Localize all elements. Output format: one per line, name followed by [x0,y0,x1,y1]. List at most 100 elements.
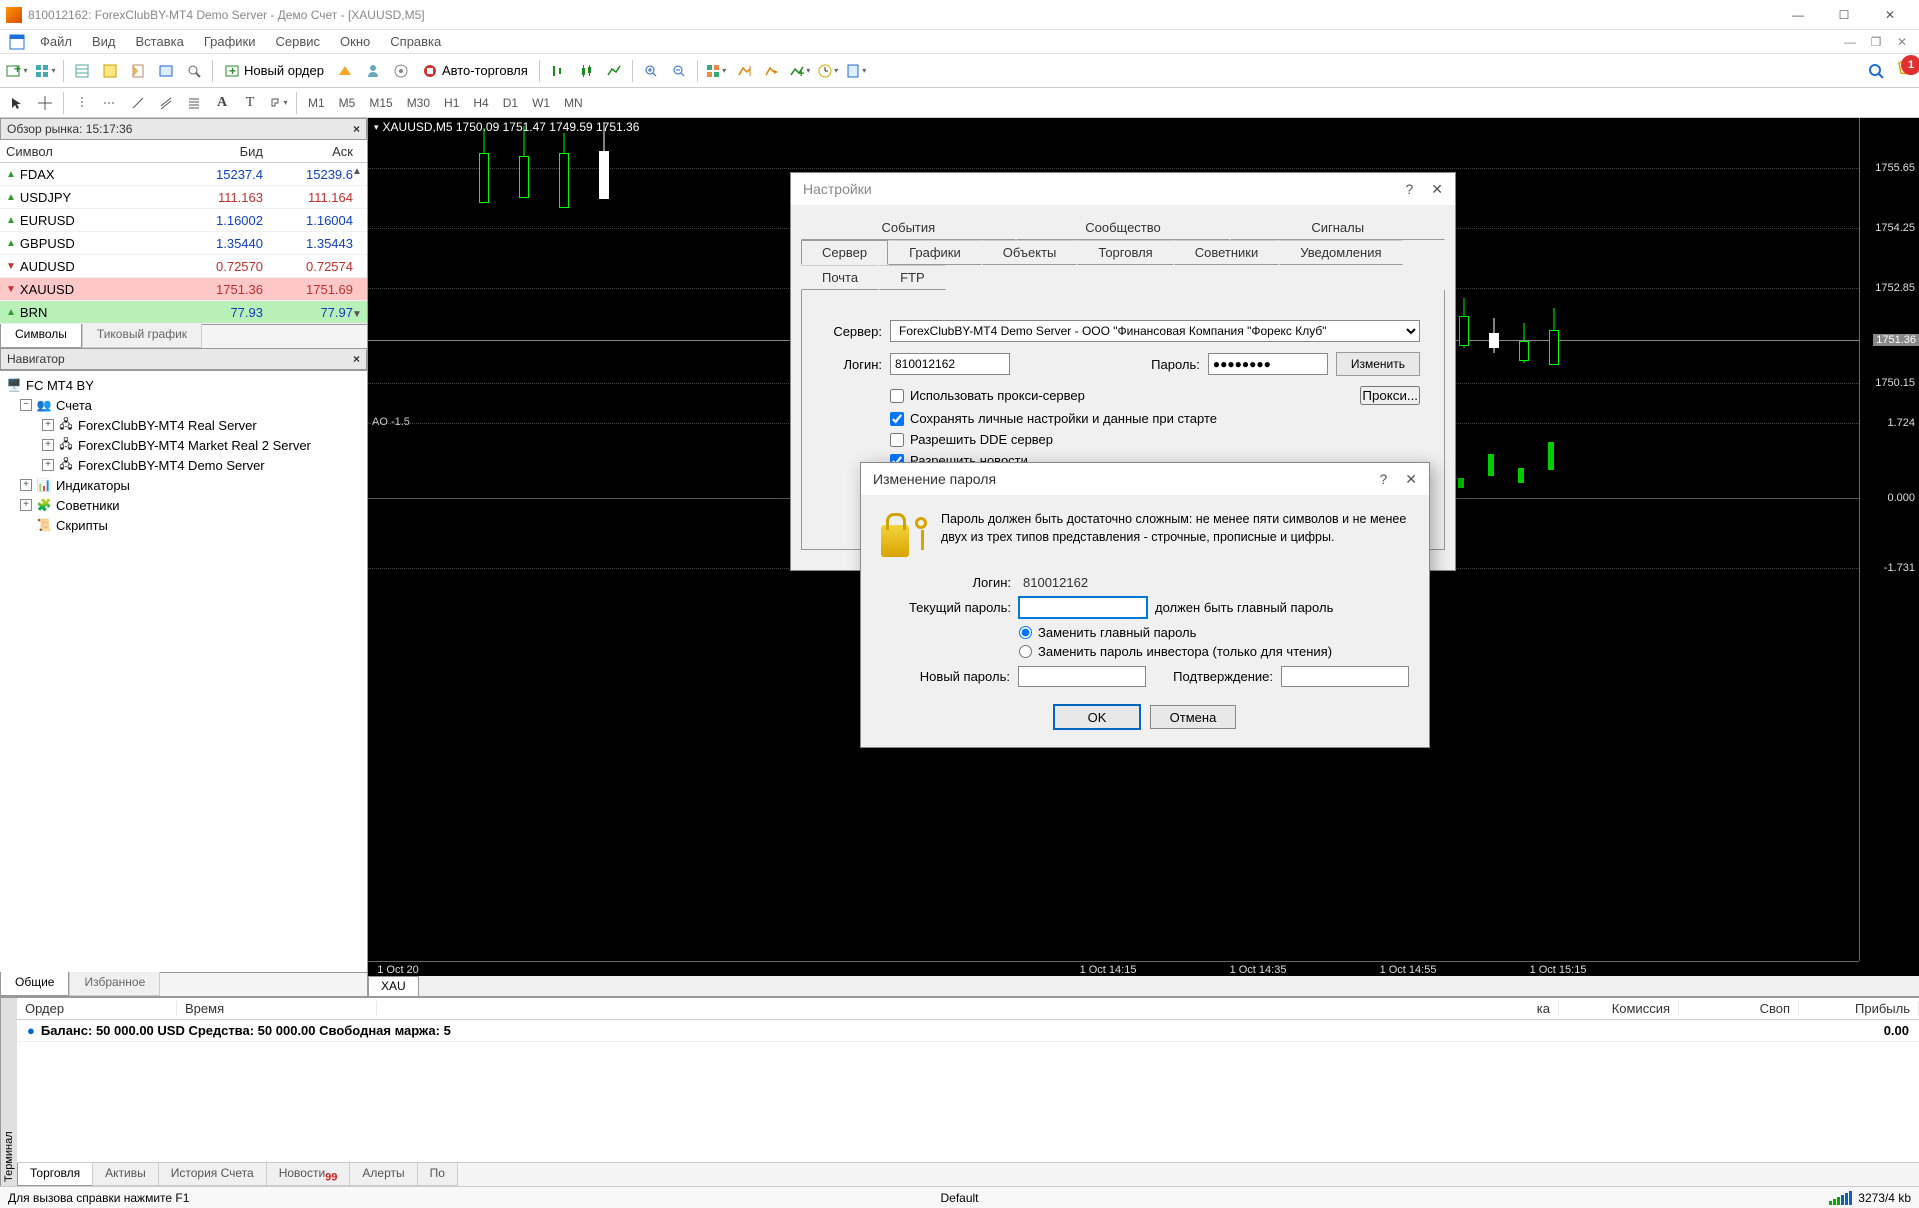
tab-common[interactable]: Общие [0,972,69,996]
tree-server-real2[interactable]: +🖧ForexClubBY-MT4 Market Real 2 Server [2,435,365,455]
symbol-row-usdjpy[interactable]: ▲ USDJPY111.163111.164 [0,186,367,209]
metaquotes-button[interactable] [332,58,358,84]
tree-experts[interactable]: +🧩Советники [2,495,365,515]
zoom-in-button[interactable] [638,58,664,84]
tree-accounts[interactable]: −👥Счета [2,395,365,415]
settings-title[interactable]: Настройки ?✕ [791,173,1455,205]
tree-root[interactable]: 🖥️FC MT4 BY [2,375,365,395]
cp-close-button[interactable]: ✕ [1405,471,1417,488]
ok-button[interactable]: OK [1054,705,1140,729]
statusbar-profile[interactable]: Default [940,1191,978,1205]
expand-icon[interactable]: + [42,439,54,451]
collapse-icon[interactable]: − [20,399,32,411]
mw-scroll-up[interactable]: ▲ [349,166,365,177]
channel-tool[interactable] [153,90,179,116]
change-password-button[interactable]: Изменить [1336,352,1420,376]
text-tool[interactable]: A [209,90,235,116]
menubar-icon[interactable] [8,33,26,51]
tab-signals[interactable]: Сигналы [1230,215,1445,240]
window-maximize-button[interactable]: ☐ [1821,0,1867,30]
menu-charts[interactable]: Графики [194,32,266,51]
tf-m30[interactable]: M30 [401,93,436,113]
col-hidden[interactable]: ка [377,1001,1559,1016]
profiles-button[interactable] [32,58,58,84]
search-button[interactable] [1863,58,1889,84]
tab-favorites[interactable]: Избранное [69,972,160,996]
expand-icon[interactable]: + [20,499,32,511]
mdi-close-button[interactable]: ✕ [1889,35,1915,49]
col-profit[interactable]: Прибыль [1799,1001,1919,1016]
col-order[interactable]: Ордер [17,1001,177,1016]
trendline-tool[interactable] [125,90,151,116]
menu-help[interactable]: Справка [380,32,451,51]
fibonacci-tool[interactable] [181,90,207,116]
tile-windows-button[interactable] [703,58,729,84]
tab-experts[interactable]: Советники [1174,240,1280,265]
candle-chart-button[interactable] [573,58,599,84]
vertical-line-tool[interactable] [69,90,95,116]
tab-ftp[interactable]: FTP [879,265,946,290]
expand-icon[interactable]: + [20,479,32,491]
tab-alerts[interactable]: Алерты [349,1163,417,1186]
mdi-restore-button[interactable]: ❐ [1863,35,1889,49]
scroll-end-button[interactable] [731,58,757,84]
auto-trading-button[interactable]: Авто-торговля [416,60,534,82]
shapes-tool[interactable] [265,90,291,116]
text-label-tool[interactable]: T [237,90,263,116]
tf-h4[interactable]: H4 [467,93,494,113]
crosshair-tool[interactable] [32,90,58,116]
password-input[interactable] [1208,353,1328,375]
proxy-checkbox[interactable] [890,389,904,403]
menu-insert[interactable]: Вставка [126,32,194,51]
tab-symbols[interactable]: Символы [0,324,82,348]
menu-service[interactable]: Сервис [266,32,331,51]
tab-settings-charts[interactable]: Графики [888,240,982,265]
col-ask[interactable]: Аск [271,144,361,159]
templates-button[interactable] [843,58,869,84]
strategy-tester-button[interactable] [181,58,207,84]
terminal-button[interactable] [153,58,179,84]
tf-w1[interactable]: W1 [526,93,556,113]
replace-investor-radio[interactable] [1019,645,1032,658]
market-watch-close-button[interactable]: × [353,122,360,136]
zoom-out-button[interactable] [666,58,692,84]
community-button[interactable] [360,58,386,84]
symbol-row-audusd[interactable]: ▼ AUDUSD0.725700.72574 [0,255,367,278]
menu-view[interactable]: Вид [82,32,126,51]
cursor-tool[interactable] [4,90,30,116]
tab-mailbox[interactable]: По [417,1163,458,1186]
tab-trade[interactable]: Торговля [17,1163,93,1186]
tree-scripts[interactable]: 📜Скрипты [2,515,365,535]
tab-notifications[interactable]: Уведомления [1279,240,1402,265]
col-symbol[interactable]: Символ [6,144,181,159]
notifications-button[interactable]: 1 [1895,59,1915,82]
menu-window[interactable]: Окно [330,32,380,51]
tree-server-demo[interactable]: +🖧ForexClubBY-MT4 Demo Server [2,455,365,475]
symbol-row-brn[interactable]: ▲ BRN77.9377.97 [0,301,367,324]
horizontal-line-tool[interactable] [97,90,123,116]
settings-help-button[interactable]: ? [1405,181,1413,198]
tab-mail[interactable]: Почта [801,265,879,290]
menu-file[interactable]: Файл [30,32,82,51]
navigator-close-button[interactable]: × [353,352,360,366]
new-order-button[interactable]: +Новый ордер [218,60,330,82]
confirm-password-input[interactable] [1281,666,1409,687]
tab-server[interactable]: Сервер [801,240,888,265]
chart-dropdown-icon[interactable]: ▾ [374,122,379,133]
symbol-row-xauusd[interactable]: ▼ XAUUSD1751.361751.69 [0,278,367,301]
expand-icon[interactable]: + [42,459,54,471]
col-commission[interactable]: Комиссия [1559,1001,1679,1016]
symbol-row-fdax[interactable]: ▲ FDAX15237.415239.6 [0,163,367,186]
chart-shift-button[interactable] [759,58,785,84]
market-watch-button[interactable] [69,58,95,84]
keep-settings-checkbox[interactable] [890,412,904,426]
line-chart-button[interactable] [601,58,627,84]
window-minimize-button[interactable]: — [1775,0,1821,30]
tf-mn[interactable]: MN [558,93,589,113]
col-time[interactable]: Время [177,1001,377,1016]
tree-indicators[interactable]: +📊Индикаторы [2,475,365,495]
replace-main-radio[interactable] [1019,626,1032,639]
tab-assets[interactable]: Активы [92,1163,159,1186]
tf-d1[interactable]: D1 [497,93,524,113]
data-window-button[interactable] [97,58,123,84]
